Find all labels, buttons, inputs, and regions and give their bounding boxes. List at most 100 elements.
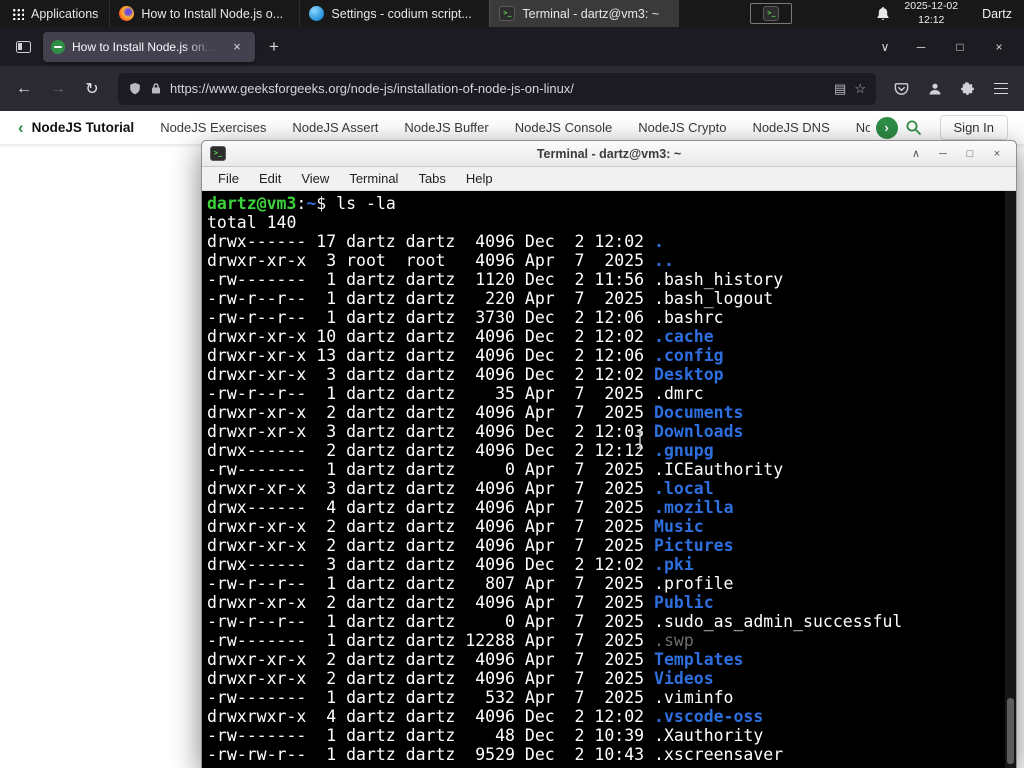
pocket-icon [894, 83, 909, 95]
account-button[interactable] [919, 73, 950, 104]
nav-item-nodejs-tutorial[interactable]: NodeJS Tutorial [32, 120, 135, 135]
terminal-scrollbar[interactable] [1005, 191, 1016, 768]
bookmark-star-icon[interactable]: ☆ [854, 81, 866, 97]
terminal-line: total 140 [207, 213, 297, 232]
terminal-line: -rw-r--r-- 1 dartz dartz 35 Apr 7 2025 .… [207, 384, 704, 403]
extensions-button[interactable] [952, 73, 983, 104]
reload-button[interactable]: ↻ [76, 73, 108, 105]
nav-item-nodejs-dns[interactable]: NodeJS DNS [752, 120, 829, 135]
terminal-window-controls: ∧ ─ □ × [905, 144, 1008, 164]
window-maximize-button[interactable]: □ [943, 27, 977, 66]
applications-grid-icon [11, 7, 24, 20]
nav-item-nodejs-console[interactable]: NodeJS Console [515, 120, 613, 135]
tab-geeksforgeeks[interactable]: How to Install Node.js on... × [43, 31, 255, 62]
terminal-line: drwxr-xr-x 2 dartz dartz 4096 Apr 7 2025… [207, 517, 704, 536]
terminal-close-button[interactable]: × [986, 144, 1008, 164]
settings-icon [309, 6, 325, 21]
nav-item-nodejs-exercises[interactable]: NodeJS Exercises [160, 120, 266, 135]
menu-terminal[interactable]: Terminal [340, 169, 407, 188]
terminal-line: drwx------ 3 dartz dartz 4096 Dec 2 12:0… [207, 555, 694, 574]
menu-file[interactable]: File [209, 169, 248, 188]
firefox-view-icon [15, 40, 31, 53]
terminal-body[interactable]: dartz@vm3:~$ ls -la total 140 drwx------… [202, 191, 1016, 768]
terminal-line: -rw------- 1 dartz dartz 532 Apr 7 2025 … [207, 688, 734, 707]
terminal-line: dartz@vm3:~$ ls -la [207, 194, 396, 213]
terminal-maximize-button[interactable]: □ [959, 144, 981, 164]
nav-item-nodejs-buffer[interactable]: NodeJS Buffer [404, 120, 488, 135]
url-text[interactable]: https://www.geeksforgeeks.org/node-js/in… [170, 81, 826, 96]
menu-view[interactable]: View [292, 169, 338, 188]
terminal-output[interactable]: dartz@vm3:~$ ls -la total 140 drwx------… [202, 191, 1016, 767]
terminal-line: drwxr-xr-x 13 dartz dartz 4096 Dec 2 12:… [207, 346, 724, 365]
terminal-shade-button[interactable]: ∧ [905, 144, 927, 164]
terminal-line: drwxr-xr-x 10 dartz dartz 4096 Dec 2 12:… [207, 327, 714, 346]
puzzle-icon [960, 82, 975, 96]
terminal-line: drwxrwxr-x 4 dartz dartz 4096 Dec 2 12:0… [207, 707, 764, 726]
taskbar-title: How to Install Node.js o... [141, 6, 284, 21]
taskbar-button-terminal[interactable]: >_ Terminal - dartz@vm3: ~ [489, 0, 680, 27]
terminal-titlebar[interactable]: >_ Terminal - dartz@vm3: ~ ∧ ─ □ × [202, 141, 1016, 167]
terminal-icon: >_ [499, 6, 516, 21]
terminal-scrollbar-thumb[interactable] [1007, 698, 1014, 764]
nav-item-truncated[interactable]: Node [856, 120, 870, 135]
notifications-bell-icon[interactable] [876, 6, 890, 21]
shield-icon[interactable] [128, 82, 142, 96]
menu-button[interactable] [985, 73, 1016, 104]
workspace-switcher[interactable]: >_ [750, 3, 793, 24]
bell-icon [877, 7, 890, 20]
list-all-tabs-button[interactable]: ∨ [871, 33, 899, 61]
account-icon [929, 83, 940, 94]
terminal-line: drwxr-xr-x 2 dartz dartz 4096 Apr 7 2025… [207, 650, 744, 669]
reader-mode-icon[interactable]: ▤ [834, 81, 846, 97]
back-button[interactable]: ← [8, 73, 40, 105]
menu-tabs[interactable]: Tabs [409, 169, 454, 188]
terminal-line: -rw------- 1 dartz dartz 0 Apr 7 2025 .I… [207, 460, 784, 479]
tab-close-button[interactable]: × [227, 37, 247, 57]
terminal-menubar: File Edit View Terminal Tabs Help [202, 167, 1016, 191]
applications-label: Applications [31, 6, 99, 21]
tab-bar: How to Install Node.js on... × + ∨ ─ □ × [0, 27, 1024, 66]
menu-edit[interactable]: Edit [250, 169, 290, 188]
terminal-minimize-button[interactable]: ─ [932, 144, 954, 164]
applications-menu-button[interactable]: Applications [0, 0, 109, 27]
terminal-line: drwx------ 4 dartz dartz 4096 Apr 7 2025… [207, 498, 734, 517]
terminal-line: -rw------- 1 dartz dartz 48 Dec 2 10:39 … [207, 726, 764, 745]
terminal-window: >_ Terminal - dartz@vm3: ~ ∧ ─ □ × File … [201, 140, 1017, 768]
taskbar-title: Settings - codium script... [331, 6, 472, 21]
new-tab-button[interactable]: + [260, 33, 288, 61]
terminal-line: drwxr-xr-x 2 dartz dartz 4096 Apr 7 2025… [207, 669, 714, 688]
nav-scroll-left-chevron-icon[interactable]: ‹ [10, 118, 32, 138]
terminal-line: drwxr-xr-x 2 dartz dartz 4096 Apr 7 2025… [207, 593, 714, 612]
url-bar[interactable]: https://www.geeksforgeeks.org/node-js/in… [118, 72, 876, 105]
firefox-view-button[interactable] [8, 33, 38, 61]
terminal-line: -rw-rw-r-- 1 dartz dartz 9529 Dec 2 10:4… [207, 745, 784, 764]
forward-button[interactable]: → [42, 73, 74, 105]
clock[interactable]: 2025-12-02 12:12 [904, 0, 958, 26]
terminal-line: drwxr-xr-x 3 dartz dartz 4096 Dec 2 12:0… [207, 365, 724, 384]
window-minimize-button[interactable]: ─ [904, 27, 938, 66]
sign-in-button[interactable]: Sign In [939, 115, 1008, 140]
terminal-line: drwx------ 17 dartz dartz 4096 Dec 2 12:… [207, 232, 664, 251]
taskbar-button-settings[interactable]: Settings - codium script... [299, 0, 489, 27]
terminal-line: -rw-r--r-- 1 dartz dartz 0 Apr 7 2025 .s… [207, 612, 903, 631]
nav-item-nodejs-crypto[interactable]: NodeJS Crypto [638, 120, 726, 135]
terminal-line: drwxr-xr-x 2 dartz dartz 4096 Apr 7 2025… [207, 403, 744, 422]
gfg-nav-items: NodeJS Tutorial NodeJS Exercises NodeJS … [32, 120, 870, 135]
terminal-title: Terminal - dartz@vm3: ~ [536, 146, 682, 161]
search-button[interactable] [898, 114, 930, 142]
terminal-line: -rw-r--r-- 1 dartz dartz 3730 Dec 2 12:0… [207, 308, 724, 327]
terminal-line: drwxr-xr-x 3 dartz dartz 4096 Dec 2 12:0… [207, 422, 744, 441]
menu-help[interactable]: Help [457, 169, 502, 188]
window-close-button[interactable]: × [982, 27, 1016, 66]
workspace-terminal-icon: >_ [763, 6, 780, 21]
nav-scroll-right-chevron-icon[interactable]: › [875, 116, 898, 139]
user-menu[interactable]: Dartz [982, 7, 1012, 21]
desktop: Applications How to Install Node.js o...… [0, 0, 1024, 768]
taskbar-title: Terminal - dartz@vm3: ~ [522, 6, 660, 21]
taskbar-button-firefox[interactable]: How to Install Node.js o... [109, 0, 299, 27]
system-panel: Applications How to Install Node.js o...… [0, 0, 1024, 27]
pocket-button[interactable] [886, 73, 917, 104]
lock-icon[interactable] [150, 82, 162, 95]
nav-item-nodejs-assert[interactable]: NodeJS Assert [292, 120, 378, 135]
text-cursor [635, 431, 645, 454]
